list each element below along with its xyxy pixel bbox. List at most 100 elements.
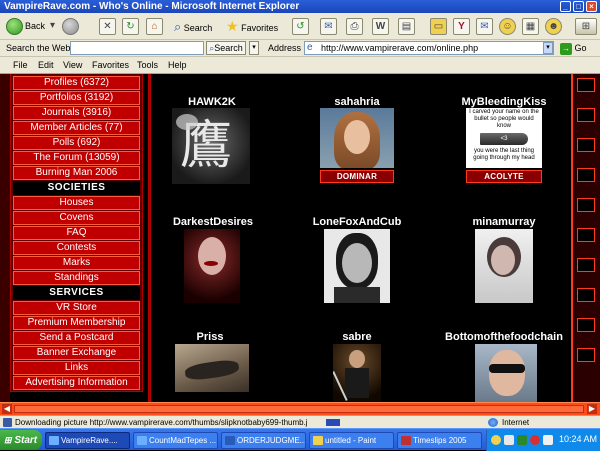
- member-name-hawk2k[interactable]: HAWK2K: [170, 96, 254, 108]
- member-name-lonefoxandcub[interactable]: LoneFoxAndCub: [312, 216, 402, 228]
- menu-file[interactable]: File: [13, 60, 28, 70]
- discuss-icon[interactable]: ▤: [398, 18, 415, 35]
- task-countmadtepes[interactable]: CountMadTepes ...: [133, 432, 218, 449]
- member-avatar-mybleedingkiss[interactable]: I carved your name on the bullet so peop…: [466, 108, 542, 168]
- left-gutter: [0, 74, 10, 402]
- tray-icon-3[interactable]: [517, 435, 527, 445]
- favorites-button[interactable]: ★ Favorites: [226, 16, 278, 37]
- sidebar-divider: [148, 74, 151, 402]
- search-button[interactable]: ⌕ Search: [174, 16, 212, 37]
- home-icon[interactable]: ⌂: [146, 18, 163, 35]
- horizontal-scroll-thumb[interactable]: [14, 405, 584, 413]
- member-rank-badge-sahahria: DOMINAR: [320, 170, 394, 183]
- maximize-button[interactable]: □: [573, 1, 584, 12]
- edit-word-icon[interactable]: W: [372, 18, 389, 35]
- folder-icon[interactable]: ▭: [430, 18, 447, 35]
- back-button[interactable]: Back: [6, 16, 45, 37]
- member-avatar-lonefoxandcub[interactable]: [324, 229, 390, 303]
- member-avatar-minamurray[interactable]: [475, 229, 533, 303]
- title-bar: VampireRave.com - Who's Online - Microso…: [0, 0, 600, 13]
- avatar-caption-top: I carved your name on the bullet so peop…: [469, 109, 539, 129]
- scroll-right-icon[interactable]: ▶: [587, 404, 597, 414]
- menu-favorites[interactable]: Favorites: [92, 60, 129, 70]
- sidebar-item-contests[interactable]: Contests: [13, 241, 140, 255]
- back-dropdown-icon[interactable]: ▾: [48, 18, 57, 35]
- toolbar: Back ▾ ✕ ↻ ⌂ ⌕ Search ★ Favorites ↺ ✉ ⎙ …: [0, 13, 600, 40]
- menu-edit[interactable]: Edit: [38, 60, 54, 70]
- sidebar-item-profiles[interactable]: Profiles (6372): [13, 76, 140, 90]
- avatar-caption-bottom: you were the last thing going through my…: [473, 148, 535, 161]
- member-avatar-hawk2k[interactable]: 鷹: [172, 108, 250, 184]
- member-name-sabre[interactable]: sabre: [337, 331, 377, 343]
- messenger-icon[interactable]: ✉: [476, 18, 493, 35]
- sidebar-item-houses[interactable]: Houses: [13, 196, 140, 210]
- start-button[interactable]: ⊞ Start: [0, 430, 42, 450]
- sidebar-item-premium-membership[interactable]: Premium Membership: [13, 316, 140, 330]
- task-vampirerave[interactable]: VampireRave....: [45, 432, 130, 449]
- menu-view[interactable]: View: [63, 60, 82, 70]
- tray-icon-1[interactable]: [491, 435, 501, 445]
- member-name-darkestdesires[interactable]: DarkestDesires: [165, 216, 261, 228]
- tray-icon-5[interactable]: [543, 435, 553, 445]
- close-button[interactable]: ×: [586, 1, 597, 12]
- address-input[interactable]: e http://www.vampirerave.com/online.php: [304, 41, 554, 55]
- search-web-input[interactable]: [70, 41, 204, 55]
- smiley-2-icon[interactable]: ☻: [545, 18, 562, 35]
- member-name-bottomofthefoodchain[interactable]: Bottomofthefoodchain: [440, 331, 568, 343]
- sidebar-item-standings[interactable]: Standings: [13, 271, 140, 285]
- print-icon[interactable]: ⎙: [346, 18, 363, 35]
- minimize-button[interactable]: _: [560, 1, 571, 12]
- member-avatar-sahahria[interactable]: [320, 108, 394, 168]
- sidebar-item-faq[interactable]: FAQ: [13, 226, 140, 240]
- word-doc-icon: [225, 436, 235, 446]
- tray-icon-2[interactable]: [504, 435, 514, 445]
- web-search-button[interactable]: ⌕Search: [206, 41, 246, 55]
- search-dropdown-icon[interactable]: ▾: [249, 41, 259, 55]
- task-paint[interactable]: untitled - Paint: [309, 432, 394, 449]
- address-dropdown-icon[interactable]: ▾: [543, 42, 553, 54]
- right-frame-strip: [571, 74, 600, 402]
- sidebar-item-covens[interactable]: Covens: [13, 211, 140, 225]
- window-title: VampireRave.com - Who's Online - Microso…: [4, 1, 300, 12]
- sidebar-item-links[interactable]: Links: [13, 361, 140, 375]
- sidebar-item-advertising[interactable]: Advertising Information: [13, 376, 140, 390]
- member-avatar-priss[interactable]: [175, 344, 249, 392]
- ie-page-icon: e: [307, 42, 313, 53]
- sidebar-item-journals[interactable]: Journals (3916): [13, 106, 140, 120]
- sidebar-item-member-articles[interactable]: Member Articles (77): [13, 121, 140, 135]
- member-name-mybleedingkiss[interactable]: MyBleedingKiss: [455, 96, 553, 108]
- task-timeslips[interactable]: Timeslips 2005: [397, 432, 482, 449]
- sidebar-item-marks[interactable]: Marks: [13, 256, 140, 270]
- sidebar-item-send-postcard[interactable]: Send a Postcard: [13, 331, 140, 345]
- member-avatar-darkestdesires[interactable]: [184, 229, 240, 303]
- task-orderjudgment[interactable]: ORDERJUDGME...: [221, 432, 306, 449]
- member-name-priss[interactable]: Priss: [190, 331, 230, 343]
- tray-icon-4[interactable]: [530, 435, 540, 445]
- mail-icon[interactable]: ✉: [320, 18, 337, 35]
- sidebar-item-vr-store[interactable]: VR Store: [13, 301, 140, 315]
- member-name-minamurray[interactable]: minamurray: [462, 216, 546, 228]
- member-avatar-sabre[interactable]: [333, 344, 381, 402]
- member-name-sahahria[interactable]: sahahria: [320, 96, 394, 108]
- smiley-icon[interactable]: ☺: [499, 18, 516, 35]
- sidebar-item-banner-exchange[interactable]: Banner Exchange: [13, 346, 140, 360]
- address-book-icon[interactable]: ▦: [522, 18, 539, 35]
- sidebar-item-burning-man[interactable]: Burning Man 2006: [13, 166, 140, 180]
- horizontal-scrollbar[interactable]: ◀ ▶: [0, 402, 600, 415]
- sidebar-item-polls[interactable]: Polls (692): [13, 136, 140, 150]
- stop-icon[interactable]: ✕: [99, 18, 116, 35]
- services-header: SERVICES: [13, 286, 140, 300]
- sidebar-item-forum[interactable]: The Forum (13059): [13, 151, 140, 165]
- clock[interactable]: 10:24 AM: [559, 434, 597, 444]
- sidebar-item-portfolios[interactable]: Portfolios (3192): [13, 91, 140, 105]
- refresh-icon[interactable]: ↻: [122, 18, 139, 35]
- history-icon[interactable]: ↺: [292, 18, 309, 35]
- scroll-left-icon[interactable]: ◀: [2, 404, 12, 414]
- go-button[interactable]: → Go: [560, 41, 596, 55]
- menu-tools[interactable]: Tools: [137, 60, 158, 70]
- member-avatar-bottomofthefoodchain[interactable]: [475, 344, 537, 402]
- page-content: Profiles (6372) Portfolios (3192) Journa…: [0, 74, 600, 402]
- yahoo-icon[interactable]: Y: [453, 18, 470, 35]
- menu-help[interactable]: Help: [168, 60, 187, 70]
- forward-button[interactable]: [62, 16, 81, 37]
